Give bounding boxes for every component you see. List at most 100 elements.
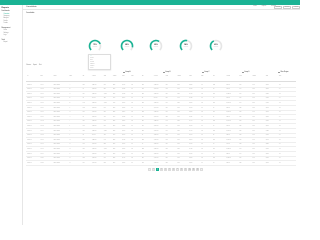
- table-cell: 20%: [177, 153, 180, 155]
- toolbar-button[interactable]: Export: [33, 65, 37, 66]
- group-square-icon: [163, 71, 165, 73]
- sidebar-item[interactable]: Details: [4, 21, 8, 22]
- column-header[interactable]: Store: [69, 76, 72, 77]
- table-cell: 1.1: [278, 130, 281, 132]
- column-header[interactable]: Margin: [253, 76, 256, 77]
- table-cell: 1.0: [278, 107, 281, 109]
- table-cell: 3,160: [189, 125, 193, 127]
- table-row[interactable]: 2021-01 01-21 Store Name R 111 1,140.00 885 21%…: [26, 161, 296, 166]
- table-cell: 770: [103, 135, 106, 137]
- column-header[interactable]: Rate: [279, 76, 281, 77]
- sidebar-item[interactable]: Analysis: [4, 18, 9, 19]
- table-cell: 1,090.00: [226, 102, 231, 104]
- column-header[interactable]: Name: [54, 76, 57, 77]
- sidebar-section-title: Management: [1, 27, 11, 29]
- table-cell: 84: [213, 98, 215, 100]
- toolbar-button[interactable]: Print: [39, 65, 42, 66]
- pagination-button[interactable]: 5: [167, 168, 172, 172]
- column-header[interactable]: Qty: [213, 76, 215, 77]
- table-cell: Store Name: [53, 162, 60, 164]
- column-header[interactable]: Amount: [154, 76, 158, 77]
- table-cell: D: [69, 98, 71, 100]
- table-cell: 1,080.00: [91, 107, 97, 109]
- table-cell: 3,780: [122, 102, 126, 104]
- column-header[interactable]: Margin: [177, 76, 180, 77]
- group-square-icon: [123, 71, 125, 73]
- column-header[interactable]: Total: [122, 76, 124, 77]
- sidebar-item[interactable]: Summary: [4, 16, 10, 17]
- dropdown-option[interactable]: Period: [90, 68, 93, 69]
- pagination-button[interactable]: 7: [175, 168, 180, 172]
- dropdown-option[interactable]: Region: [90, 58, 93, 59]
- pagination-button[interactable]: ›: [199, 168, 204, 172]
- column-header[interactable]: Total: [266, 76, 268, 77]
- table-cell: 2,790: [265, 135, 269, 137]
- header-link[interactable]: Home: [253, 6, 256, 7]
- table-cell: 780: [239, 139, 242, 141]
- header-button[interactable]: Export: [283, 6, 291, 9]
- table-cell: Store Name: [53, 84, 60, 86]
- table-cell: 0.9: [278, 135, 281, 137]
- dropdown-option[interactable]: Product: [90, 62, 94, 63]
- dropdown-option[interactable]: Channel: [90, 66, 94, 67]
- column-header[interactable]: Cost: [239, 76, 241, 77]
- column-header[interactable]: Date: [40, 76, 42, 77]
- column-header[interactable]: Qty: [142, 76, 144, 77]
- sidebar-item[interactable]: Trends: [4, 23, 8, 24]
- table-cell: 2,890: [265, 125, 269, 127]
- pagination-button[interactable]: 12: [195, 168, 200, 172]
- column-header[interactable]: Amount: [226, 76, 230, 77]
- table-cell: 2,870: [265, 89, 269, 91]
- column-header[interactable]: Qty: [83, 76, 85, 77]
- table-cell: 01-12: [40, 121, 44, 123]
- column-header[interactable]: ID: [27, 76, 28, 77]
- column-header[interactable]: Cost: [104, 76, 106, 77]
- sidebar-item[interactable]: Users: [4, 30, 8, 31]
- brand-title: Reports: [1, 6, 10, 9]
- table-header: ID Date Name Store Qty Amount Cost Margin Total R…: [26, 74, 296, 82]
- header-link[interactable]: Reports: [262, 6, 267, 7]
- group-square-icon: [278, 71, 280, 73]
- table-cell: 1.2: [201, 130, 203, 132]
- pagination-button[interactable]: 3: [159, 168, 164, 172]
- dropdown-option[interactable]: Store: [90, 60, 93, 61]
- table-cell: N: [69, 144, 71, 146]
- table-cell: 129: [82, 121, 85, 123]
- table-cell: Store Name: [53, 107, 60, 109]
- pagination-button[interactable]: 1: [151, 168, 156, 172]
- pagination-button[interactable]: 11: [191, 168, 196, 172]
- sidebar-item[interactable]: Logs: [4, 35, 7, 36]
- pagination-button[interactable]: ‹: [148, 168, 152, 172]
- toolbar-button[interactable]: Columns: [26, 65, 31, 66]
- dropdown-option[interactable]: Category: [90, 64, 94, 65]
- table-cell: 110: [213, 93, 215, 95]
- dropdown-option[interactable]: All: [90, 56, 91, 57]
- table-cell: 19%: [252, 158, 255, 160]
- header-button[interactable]: Logout: [292, 6, 300, 9]
- table-cell: 1.1: [131, 89, 134, 91]
- column-header[interactable]: Amount: [92, 76, 96, 77]
- sidebar-item[interactable]: Overview: [4, 14, 10, 15]
- pagination-button[interactable]: 8: [179, 168, 184, 172]
- pagination-button[interactable]: 2: [155, 168, 160, 172]
- column-header[interactable]: Rate: [201, 76, 203, 77]
- sidebar-item[interactable]: Settings: [4, 33, 9, 34]
- column-header[interactable]: Margin: [113, 76, 116, 77]
- column-header[interactable]: Rate: [131, 76, 133, 77]
- pagination-button[interactable]: 9: [183, 168, 188, 172]
- sidebar-item[interactable]: Export: [4, 42, 8, 43]
- pagination-button[interactable]: 6: [171, 168, 176, 172]
- group-by-dropdown[interactable]: All Region Store Product Category Channel Peri…: [88, 54, 111, 70]
- header-button[interactable]: Refresh: [274, 6, 282, 9]
- table-cell: 2021-01: [27, 112, 32, 114]
- pagination-button[interactable]: 10: [187, 168, 192, 172]
- table-cell: 23%: [112, 148, 116, 150]
- table-cell: 18%: [252, 125, 255, 127]
- pagination-button[interactable]: 4: [163, 168, 168, 172]
- table-cell: 2021-01: [27, 162, 32, 164]
- column-header[interactable]: Total: [189, 76, 191, 77]
- column-header[interactable]: Cost: [166, 76, 168, 77]
- table-cell: 3,050: [265, 93, 269, 95]
- table-cell: 1.1: [201, 162, 203, 164]
- table-cell: 3,100: [122, 144, 126, 146]
